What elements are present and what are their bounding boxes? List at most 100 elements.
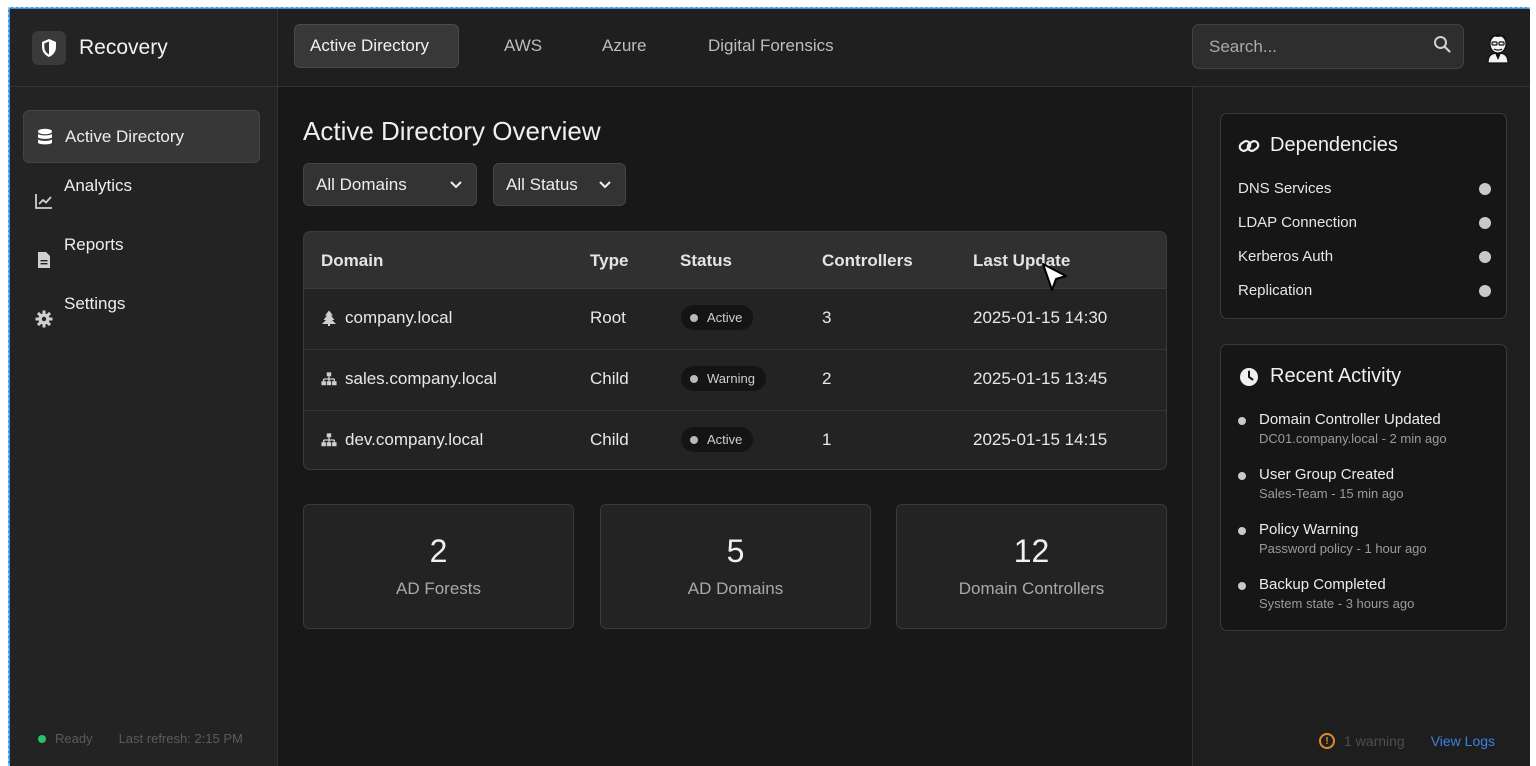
- bullet-icon: [1238, 472, 1246, 480]
- view-logs-link[interactable]: View Logs: [1431, 733, 1495, 749]
- dependency-item: LDAP Connection: [1238, 214, 1491, 231]
- status-dot-icon: [1479, 284, 1491, 297]
- stat-value: 12: [1013, 533, 1050, 569]
- dependency-item: Kerberos Auth: [1238, 248, 1491, 265]
- last-update-cell: 2025-01-15 14:15: [973, 430, 1108, 449]
- status-badge: Warning: [681, 366, 766, 391]
- activity-title: Domain Controller Updated: [1259, 411, 1441, 428]
- type-cell: Child: [590, 430, 629, 449]
- bullet-icon: [1238, 527, 1246, 535]
- status-text: Active: [707, 310, 743, 325]
- type-cell: Root: [590, 308, 626, 327]
- dependency-label: Kerberos Auth: [1238, 248, 1334, 265]
- domain-name: company.local: [345, 308, 453, 327]
- activity-subtitle: Password policy - 1 hour ago: [1259, 541, 1427, 556]
- dependency-item: Replication: [1238, 282, 1491, 299]
- sidebar-item-reports[interactable]: Reports: [23, 226, 260, 279]
- chevron-down-icon: [449, 175, 463, 195]
- domain-name: sales.company.local: [345, 369, 497, 388]
- shield-icon: [32, 30, 66, 65]
- tab-aws[interactable]: AWS: [504, 24, 542, 68]
- domain-cell: dev.company.local: [321, 430, 483, 450]
- column-header-status[interactable]: Status: [680, 251, 732, 271]
- status-dot-icon: [690, 435, 698, 444]
- tab-azure[interactable]: Azure: [602, 24, 646, 68]
- stat-card-forests: 2 AD Forests: [303, 504, 574, 629]
- tab-label: Digital Forensics: [708, 36, 834, 55]
- table-row[interactable]: company.local Root Active 3 2025-01-15 1…: [304, 289, 1166, 350]
- last-update-cell: 2025-01-15 14:30: [973, 308, 1108, 327]
- column-header-controllers[interactable]: Controllers: [822, 251, 913, 271]
- activity-subtitle: DC01.company.local - 2 min ago: [1259, 431, 1447, 446]
- page-title: Active Directory Overview: [303, 116, 601, 146]
- stat-value: 5: [726, 533, 745, 569]
- domains-table: Domain Type Status Controllers Last Upda…: [303, 231, 1167, 470]
- top-bar: Active Directory AWS Azure Digital Foren…: [278, 9, 1530, 87]
- panel-footer: ! 1 warning View Logs: [1319, 733, 1495, 749]
- stat-label: AD Forests: [395, 579, 482, 598]
- select-value: All Domains: [316, 174, 407, 194]
- tab-label: Active Directory: [310, 36, 430, 55]
- database-icon: [36, 128, 54, 146]
- column-header-type[interactable]: Type: [590, 251, 628, 271]
- card-title-text: Dependencies: [1270, 134, 1398, 156]
- status-dot-icon: [1479, 216, 1491, 229]
- status-badge: Active: [681, 427, 754, 452]
- tab-digital-forensics[interactable]: Digital Forensics: [708, 24, 834, 68]
- status-dot-icon: [1479, 250, 1491, 263]
- status-filter-select[interactable]: All Status: [493, 163, 626, 206]
- table-header: Domain Type Status Controllers Last Upda…: [304, 232, 1166, 289]
- domain-filter-select[interactable]: All Domains: [303, 163, 477, 206]
- sidebar-item-label: Reports: [64, 234, 124, 254]
- status-badge: Active: [681, 305, 754, 330]
- tab-active-directory[interactable]: Active Directory: [294, 24, 459, 68]
- warning-count[interactable]: 1 warning: [1344, 733, 1405, 749]
- activity-title: Policy Warning: [1259, 521, 1359, 538]
- status-dot-icon: [38, 734, 46, 743]
- table-row[interactable]: dev.company.local Child Active 1 2025-01…: [304, 411, 1166, 469]
- status-text: Active: [707, 432, 743, 447]
- domain-name: dev.company.local: [345, 430, 484, 449]
- app-name: Recovery: [79, 35, 168, 59]
- brand: Recovery: [10, 9, 277, 87]
- search-icon[interactable]: [1433, 35, 1451, 58]
- dependencies-card: Dependencies DNS Services LDAP Connectio…: [1220, 113, 1507, 319]
- sidebar: Recovery Active Directory Analytics Repo…: [10, 9, 278, 766]
- status-dot-icon: [690, 374, 698, 383]
- controllers-cell: 2: [822, 369, 832, 388]
- search-input[interactable]: [1209, 36, 1433, 57]
- sitemap-icon: [321, 371, 337, 387]
- activity-title: User Group Created: [1259, 466, 1395, 483]
- stat-value: 2: [429, 533, 448, 569]
- gear-icon: [35, 310, 53, 328]
- link-icon: [1238, 135, 1260, 157]
- bullet-icon: [1238, 417, 1246, 425]
- sidebar-item-settings[interactable]: Settings: [23, 285, 260, 338]
- stat-label: AD Domains: [687, 579, 784, 598]
- chevron-down-icon: [598, 175, 612, 195]
- search-box[interactable]: [1192, 24, 1464, 69]
- sidebar-item-label: Analytics: [64, 175, 133, 195]
- mouse-cursor-icon: [1040, 262, 1070, 296]
- tab-label: Azure: [602, 36, 647, 55]
- sidebar-item-label: Settings: [64, 293, 126, 313]
- status-dot-icon: [1479, 182, 1491, 195]
- table-row[interactable]: sales.company.local Child Warning 2 2025…: [304, 350, 1166, 411]
- type-cell: Child: [590, 369, 629, 388]
- right-panel: Dependencies DNS Services LDAP Connectio…: [1192, 87, 1530, 766]
- activity-subtitle: Sales-Team - 15 min ago: [1259, 486, 1404, 501]
- activity-title: Backup Completed: [1259, 576, 1386, 593]
- column-header-domain[interactable]: Domain: [321, 251, 383, 271]
- controllers-cell: 1: [822, 430, 832, 449]
- card-title: Recent Activity: [1238, 365, 1401, 388]
- sitemap-icon: [321, 432, 337, 448]
- sidebar-item-label: Active Directory: [65, 126, 185, 146]
- select-value: All Status: [506, 174, 578, 194]
- avatar[interactable]: [1482, 29, 1514, 65]
- tab-label: AWS: [504, 36, 543, 55]
- main-content: Active Directory Overview All Domains Al…: [278, 87, 1192, 766]
- sidebar-item-analytics[interactable]: Analytics: [23, 167, 260, 220]
- file-icon: [35, 251, 53, 269]
- sidebar-item-active-directory[interactable]: Active Directory: [23, 110, 260, 163]
- tree-icon: [321, 310, 337, 326]
